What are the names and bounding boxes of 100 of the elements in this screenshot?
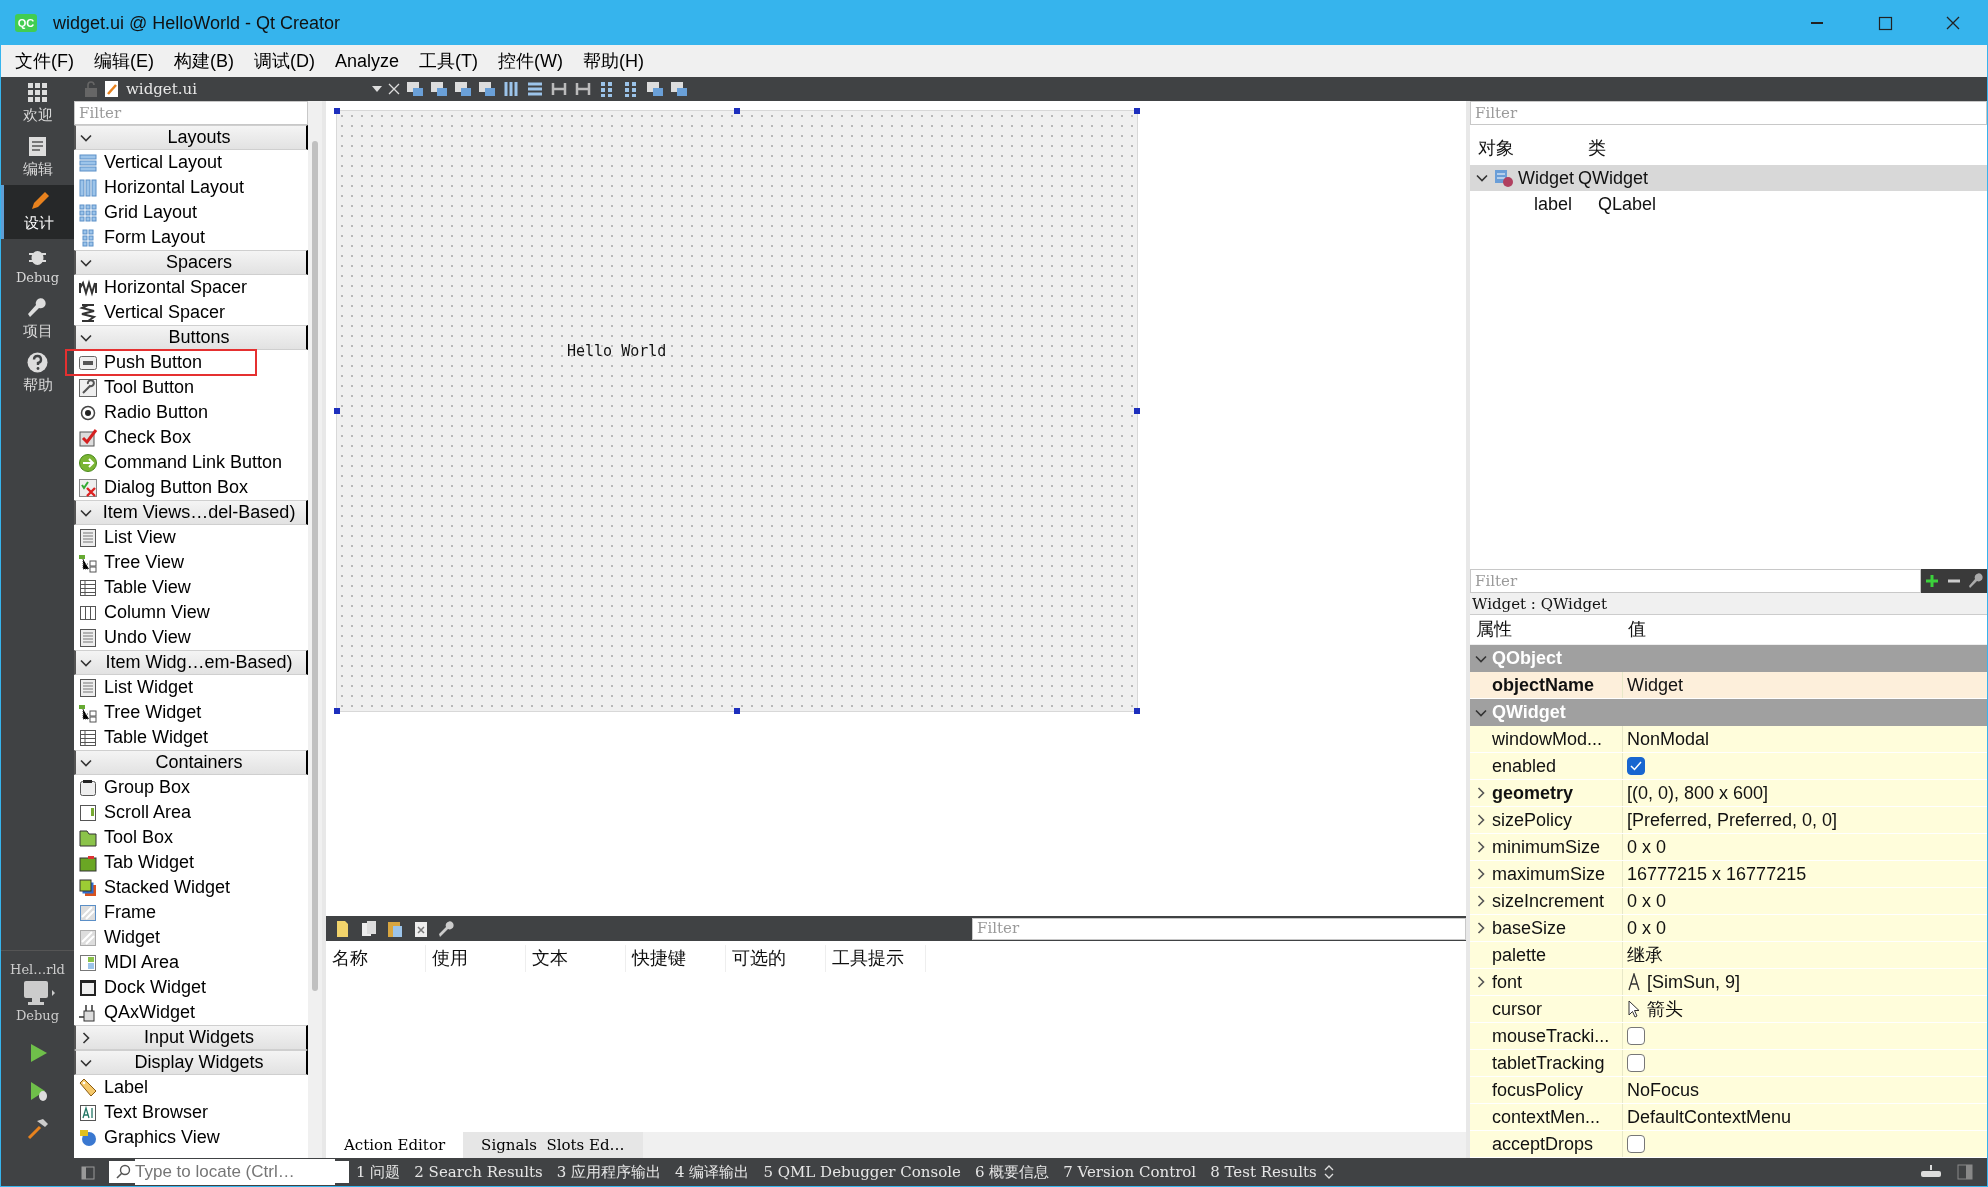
- up-down-arrows-icon[interactable]: [1323, 1165, 1334, 1179]
- checkbox[interactable]: [1627, 1027, 1645, 1045]
- resize-handle[interactable]: [734, 108, 740, 114]
- property-row[interactable]: font [SimSun, 9]: [1470, 969, 1987, 996]
- output-pane-button[interactable]: 2 Search Results: [407, 1160, 550, 1184]
- output-pane-button[interactable]: 6 概要信息: [967, 1160, 1057, 1184]
- menu-item[interactable]: 工具(T): [409, 47, 488, 75]
- widget-box-item[interactable]: Label: [74, 1075, 308, 1100]
- rows-icon[interactable]: [526, 80, 544, 98]
- tab[interactable]: Signals Slots Ed…: [463, 1132, 643, 1158]
- scrollbar-thumb[interactable]: [312, 141, 318, 991]
- widget-box-item[interactable]: Horizontal Spacer: [74, 275, 308, 300]
- expand-chevron-icon[interactable]: [1475, 868, 1487, 880]
- widget-box-item[interactable]: Table Widget: [74, 725, 308, 750]
- checkbox[interactable]: [1627, 757, 1645, 775]
- tree-row[interactable]: Widget QWidget: [1470, 165, 1987, 191]
- mode-button[interactable]: Debug: [1, 239, 74, 293]
- widget-box-item[interactable]: Column View: [74, 600, 308, 625]
- filter-field[interactable]: Filter: [1470, 101, 1987, 125]
- widget-box-item[interactable]: Tree Widget: [74, 700, 308, 725]
- add-icon[interactable]: [1923, 572, 1941, 590]
- filter-field[interactable]: Filter: [972, 917, 1466, 940]
- resize-handle[interactable]: [334, 708, 340, 714]
- widget-box-item[interactable]: Scroll Area: [74, 800, 308, 825]
- expand-chevron-icon[interactable]: [1475, 841, 1487, 853]
- columns-icon[interactable]: [502, 80, 520, 98]
- output-pane-button[interactable]: 3 应用程序输出: [549, 1160, 669, 1184]
- resize-handle[interactable]: [334, 108, 340, 114]
- property-row[interactable]: contextMen... DefaultContextMenu: [1470, 1104, 1987, 1131]
- widget-box-item[interactable]: MDI Area: [74, 950, 308, 975]
- expand-chevron-icon[interactable]: [1475, 922, 1487, 934]
- mode-button[interactable]: 编辑: [1, 131, 74, 185]
- tab[interactable]: Action Editor: [326, 1132, 464, 1158]
- property-row[interactable]: focusPolicy NoFocus: [1470, 1077, 1987, 1104]
- resize-handle[interactable]: [1134, 408, 1140, 414]
- dropdown-caret-icon[interactable]: [372, 86, 382, 92]
- widget-box-item[interactable]: Table View: [74, 575, 308, 600]
- expand-chevron-icon[interactable]: [1475, 814, 1487, 826]
- hammer-icon[interactable]: [25, 1117, 50, 1141]
- property-row[interactable]: maximumSize 16777215 x 16777215: [1470, 861, 1987, 888]
- horizontal-split-icon[interactable]: [550, 80, 568, 98]
- category-header[interactable]: Item Views…del-Based): [74, 500, 308, 525]
- output-pane-button[interactable]: 8 Test Results: [1203, 1160, 1324, 1184]
- category-header[interactable]: Item Widg…em-Based): [74, 650, 308, 675]
- locator-field[interactable]: Type to locate (Ctrl…: [109, 1161, 349, 1183]
- output-pane-button[interactable]: 7 Version Control: [1056, 1160, 1204, 1184]
- widget-box-item[interactable]: Horizontal Layout: [74, 175, 308, 200]
- expand-chevron-icon[interactable]: [1475, 895, 1487, 907]
- category-header[interactable]: Layouts: [74, 125, 308, 150]
- property-row[interactable]: mouseTracki...: [1470, 1023, 1987, 1050]
- resize-handle[interactable]: [334, 408, 340, 414]
- mode-button[interactable]: 欢迎: [1, 77, 74, 131]
- vertical-split-icon[interactable]: [574, 80, 592, 98]
- right-sidebar-toggle-icon[interactable]: [1957, 1164, 1973, 1180]
- widget-box-item[interactable]: Vertical Layout: [74, 150, 308, 175]
- checkbox[interactable]: [1627, 1135, 1645, 1153]
- property-row[interactable]: sizeIncrement 0 x 0: [1470, 888, 1987, 915]
- copy-icon[interactable]: [360, 919, 378, 938]
- widget-box-item[interactable]: Graphics View: [74, 1125, 308, 1150]
- filter-field[interactable]: Filter: [1470, 569, 1921, 593]
- tree-row[interactable]: label QLabel: [1530, 191, 1987, 217]
- property-row[interactable]: cursor 箭头: [1470, 996, 1987, 1023]
- property-row[interactable]: palette 继承: [1470, 942, 1987, 969]
- menu-item[interactable]: Analyze: [325, 47, 410, 75]
- property-row[interactable]: acceptDrops: [1470, 1131, 1987, 1158]
- widget-box-item[interactable]: Group Box: [74, 775, 308, 800]
- resize-handle[interactable]: [1134, 108, 1140, 114]
- filter-field[interactable]: Filter: [74, 101, 308, 125]
- widget-box-item[interactable]: Check Box: [74, 425, 308, 450]
- widget-box-item[interactable]: Radio Button: [74, 400, 308, 425]
- delete-icon[interactable]: [412, 919, 430, 938]
- mode-button[interactable]: 设计: [1, 185, 74, 239]
- property-row[interactable]: tabletTracking: [1470, 1050, 1987, 1077]
- output-pane-button[interactable]: 4 编译输出: [668, 1160, 757, 1184]
- property-row[interactable]: enabled: [1470, 753, 1987, 780]
- property-row[interactable]: objectName Widget: [1470, 672, 1987, 699]
- category-header[interactable]: Input Widgets: [74, 1025, 308, 1050]
- widget-box-item[interactable]: Undo View: [74, 625, 308, 650]
- close-icon[interactable]: [388, 83, 400, 95]
- widget-box-item[interactable]: QAxWidget: [74, 1000, 308, 1025]
- widget-box-item[interactable]: Tab Widget: [74, 850, 308, 875]
- widget-box-item[interactable]: Command Link Button: [74, 450, 308, 475]
- menu-item[interactable]: 帮助(H): [573, 47, 654, 75]
- menu-item[interactable]: 编辑(E): [84, 47, 164, 75]
- widget-box-item[interactable]: Tree View: [74, 550, 308, 575]
- expand-chevron-icon[interactable]: [1475, 787, 1487, 799]
- widget-box-item[interactable]: Grid Layout: [74, 200, 308, 225]
- widget-box-item[interactable]: Text Browser: [74, 1100, 308, 1125]
- widget-box-item[interactable]: Form Layout: [74, 225, 308, 250]
- category-header[interactable]: Spacers: [74, 250, 308, 275]
- widget-box-item[interactable]: Vertical Spacer: [74, 300, 308, 325]
- expand-chevron-icon[interactable]: [1476, 172, 1488, 184]
- category-header[interactable]: Containers: [74, 750, 308, 775]
- output-pane-button[interactable]: 1 问题: [349, 1160, 408, 1184]
- category-header[interactable]: Display Widgets: [74, 1050, 308, 1075]
- widget-box-item[interactable]: Dock Widget: [74, 975, 308, 1000]
- widget-box-item[interactable]: Widget: [74, 925, 308, 950]
- checkbox[interactable]: [1627, 1054, 1645, 1072]
- widget-box-item[interactable]: Dialog Button Box: [74, 475, 308, 500]
- menu-item[interactable]: 构建(B): [164, 47, 244, 75]
